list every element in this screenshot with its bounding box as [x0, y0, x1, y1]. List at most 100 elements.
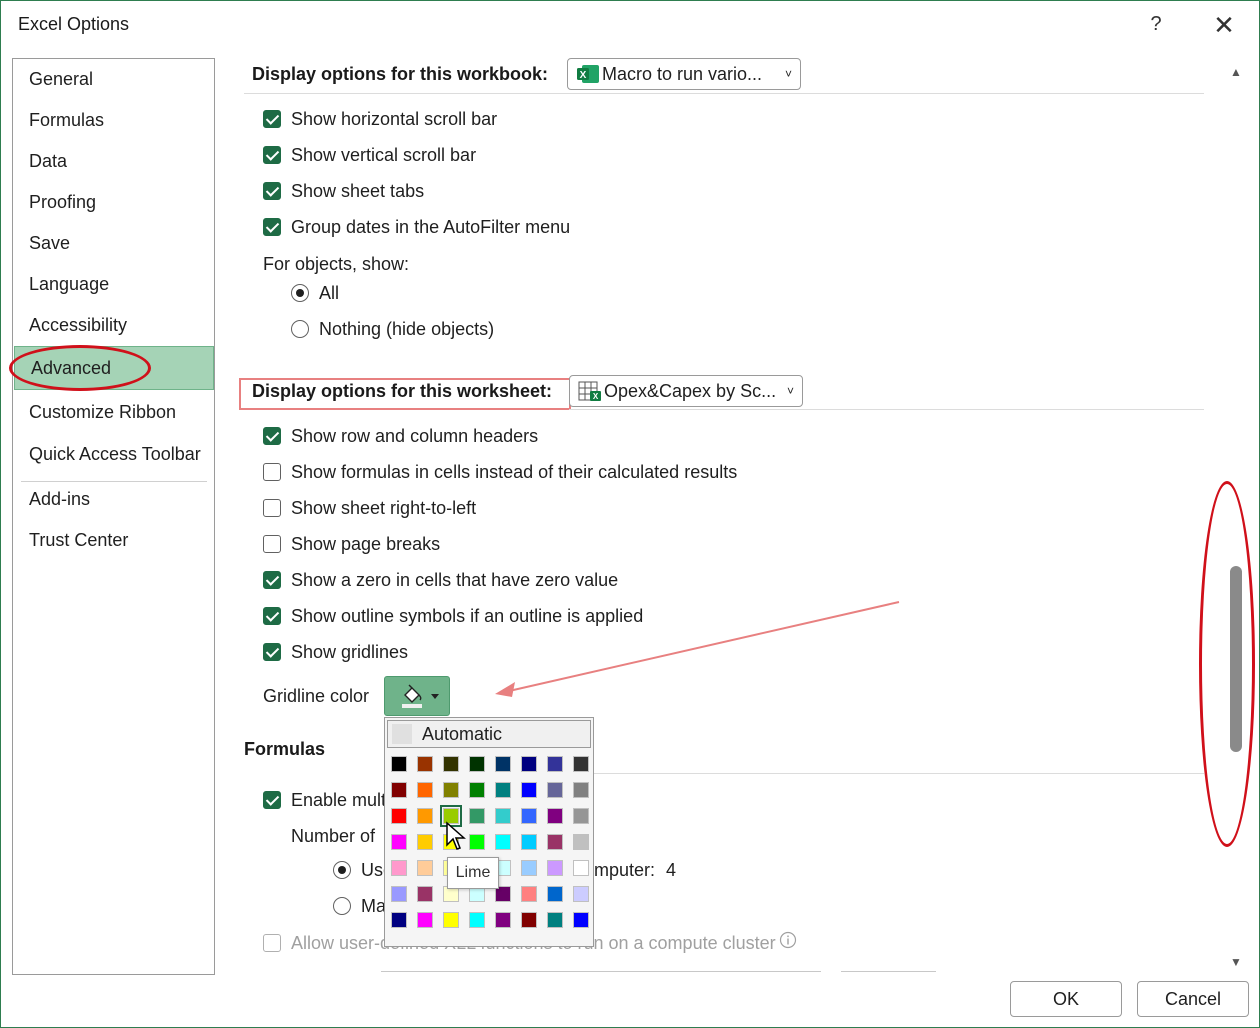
color-swatch[interactable]	[443, 912, 459, 928]
color-swatch[interactable]	[547, 756, 563, 772]
checkbox-show-gridlines[interactable]	[263, 643, 281, 661]
worksheet-section-header: Display options for this worksheet:	[252, 381, 553, 401]
checkbox-row-column-headers[interactable]	[263, 427, 281, 445]
color-swatch[interactable]	[417, 860, 433, 876]
sidebar-item-data[interactable]: Data	[13, 141, 214, 181]
color-swatch[interactable]	[573, 860, 589, 876]
sidebar-item-accessibility[interactable]: Accessibility	[13, 305, 214, 345]
checkbox-page-breaks[interactable]	[263, 535, 281, 553]
close-button[interactable]: ✕	[1209, 10, 1239, 41]
sidebar-item-quick-access-toolbar[interactable]: Quick Access Toolbar	[13, 434, 214, 474]
color-swatch[interactable]	[391, 860, 407, 876]
color-swatch[interactable]	[469, 834, 485, 850]
color-swatch[interactable]	[391, 756, 407, 772]
color-swatch[interactable]	[573, 834, 589, 850]
color-swatch[interactable]	[391, 912, 407, 928]
color-swatch[interactable]	[573, 782, 589, 798]
sidebar-item-general[interactable]: General	[13, 59, 214, 99]
color-swatch[interactable]	[547, 834, 563, 850]
color-swatch[interactable]	[469, 912, 485, 928]
color-swatch[interactable]	[547, 886, 563, 902]
radio-objects-nothing[interactable]	[291, 320, 309, 338]
sidebar-item-add-ins[interactable]: Add-ins	[13, 479, 214, 519]
checkbox-enable-multithreaded[interactable]	[263, 791, 281, 809]
color-swatch[interactable]	[443, 782, 459, 798]
color-swatch[interactable]	[417, 756, 433, 772]
checkbox-group-dates[interactable]	[263, 218, 281, 236]
cancel-button[interactable]: Cancel	[1137, 981, 1249, 1017]
color-swatch[interactable]	[417, 886, 433, 902]
worksheet-selector-dropdown[interactable]: X Opex&Capex by Sc... ˅	[569, 375, 803, 407]
color-swatch[interactable]	[573, 912, 589, 928]
color-swatch[interactable]	[547, 782, 563, 798]
color-swatch[interactable]	[547, 808, 563, 824]
checkbox-outline-symbols[interactable]	[263, 607, 281, 625]
color-swatch[interactable]	[417, 834, 433, 850]
mouse-cursor-icon	[446, 821, 466, 850]
cutoff-divider	[841, 971, 936, 972]
sidebar-item-proofing[interactable]: Proofing	[13, 182, 214, 222]
color-swatch[interactable]	[547, 860, 563, 876]
color-swatch[interactable]	[469, 756, 485, 772]
radio-use-all-processors[interactable]	[333, 861, 351, 879]
color-swatch[interactable]	[521, 912, 537, 928]
sidebar-item-trust-center[interactable]: Trust Center	[13, 520, 214, 560]
color-swatch[interactable]	[417, 782, 433, 798]
color-swatch[interactable]	[521, 782, 537, 798]
color-swatch[interactable]	[469, 782, 485, 798]
checkbox-allow-xll[interactable]	[263, 934, 281, 952]
color-swatch[interactable]	[521, 834, 537, 850]
color-tooltip: Lime	[447, 857, 499, 889]
color-swatch[interactable]	[573, 756, 589, 772]
category-sidebar: General Formulas Data Proofing Save Lang…	[12, 58, 215, 975]
checkbox-show-zero[interactable]	[263, 571, 281, 589]
color-swatch[interactable]	[521, 756, 537, 772]
svg-text:X: X	[580, 70, 587, 81]
workbook-selector-dropdown[interactable]: X Macro to run vario... ˅	[567, 58, 801, 90]
sidebar-item-customize-ribbon[interactable]: Customize Ribbon	[13, 392, 214, 432]
chevron-down-icon: ˅	[784, 67, 792, 81]
color-swatch[interactable]	[573, 808, 589, 824]
checkbox-sheet-tabs[interactable]	[263, 182, 281, 200]
option-label: Ma	[361, 896, 387, 916]
color-swatch[interactable]	[417, 912, 433, 928]
option-label: Show vertical scroll bar	[291, 145, 477, 165]
color-swatch[interactable]	[495, 782, 511, 798]
color-swatch[interactable]	[521, 808, 537, 824]
option-label: All	[319, 283, 340, 303]
color-swatch[interactable]	[495, 912, 511, 928]
color-swatch[interactable]	[573, 886, 589, 902]
color-swatch[interactable]	[391, 782, 407, 798]
checkbox-vertical-scroll-bar[interactable]	[263, 146, 281, 164]
color-swatch[interactable]	[495, 834, 511, 850]
color-swatch[interactable]	[391, 808, 407, 824]
sidebar-item-language[interactable]: Language	[13, 264, 214, 304]
color-swatch[interactable]	[495, 808, 511, 824]
checkbox-right-to-left[interactable]	[263, 499, 281, 517]
color-swatch[interactable]	[391, 886, 407, 902]
sidebar-item-formulas[interactable]: Formulas	[13, 100, 214, 140]
automatic-color-option[interactable]: Automatic	[387, 720, 591, 748]
help-button[interactable]: ?	[1144, 13, 1168, 36]
color-swatch[interactable]	[391, 834, 407, 850]
color-swatch[interactable]	[417, 808, 433, 824]
gridline-color-button[interactable]	[384, 676, 450, 716]
color-swatch[interactable]	[521, 860, 537, 876]
color-swatch[interactable]	[547, 912, 563, 928]
info-icon[interactable]	[779, 931, 797, 949]
color-swatch[interactable]	[469, 808, 485, 824]
radio-objects-all[interactable]	[291, 284, 309, 302]
checkbox-show-formulas[interactable]	[263, 463, 281, 481]
checkbox-horizontal-scroll-bar[interactable]	[263, 110, 281, 128]
option-label: Show sheet tabs	[291, 181, 425, 201]
number-of-threads-label: Number of	[291, 826, 376, 846]
color-swatch[interactable]	[495, 756, 511, 772]
sidebar-item-save[interactable]: Save	[13, 223, 214, 263]
scroll-up-button[interactable]: ▲	[1229, 65, 1243, 79]
color-swatch[interactable]	[521, 886, 537, 902]
color-swatch[interactable]	[443, 756, 459, 772]
ok-button[interactable]: OK	[1010, 981, 1122, 1017]
radio-manual[interactable]	[333, 897, 351, 915]
option-label: Show gridlines	[291, 642, 409, 662]
scroll-down-button[interactable]: ▼	[1229, 955, 1243, 969]
